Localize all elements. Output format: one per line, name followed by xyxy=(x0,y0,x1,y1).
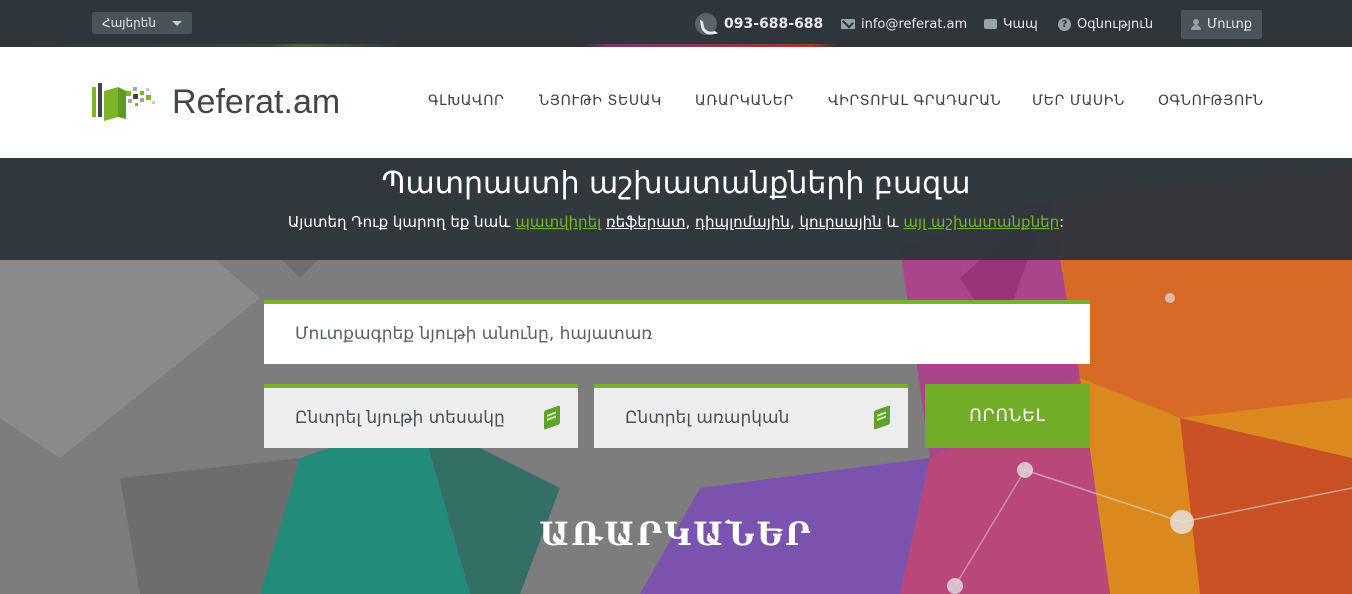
subject-select[interactable]: Ընտրել առարկան xyxy=(594,384,908,448)
subjects-heading: ԱՌԱՐԿԱՆԵՐ xyxy=(539,515,813,553)
nav-subjects[interactable]: ԱՌԱՐԿԱՆԵՐ xyxy=(695,93,794,109)
diploma-link[interactable]: դիպլոմային xyxy=(695,213,790,231)
material-type-label: Ընտրել նյութի տեսակը xyxy=(295,408,505,428)
search-button[interactable]: ՈՐՈՆԵԼ xyxy=(925,384,1090,448)
help-label: Օգնություն xyxy=(1077,16,1154,32)
site-logo[interactable]: Referat.am xyxy=(92,81,340,123)
phone-contact[interactable]: 093-688-688 xyxy=(695,13,824,35)
language-label: Հայերեն xyxy=(102,16,156,30)
main-nav: ԳԼԽԱՎՈՐ ՆՅՈՒԹԻ ՏԵՍԱԿ ԱՌԱՐԿԱՆԵՐ ՎԻՐՏՈՒԱԼ … xyxy=(428,93,1264,113)
chevron-down-icon xyxy=(172,21,182,26)
nav-help[interactable]: ՕԳՆՈՒԹՅՈՒՆ xyxy=(1158,93,1264,109)
logo-book-icon xyxy=(92,83,155,121)
logo-text: Referat.am xyxy=(172,82,341,121)
subtitle-and: և xyxy=(881,213,904,231)
nav-home[interactable]: ԳԼԽԱՎՈՐ xyxy=(428,93,504,109)
order-link[interactable]: պատվիրել xyxy=(515,213,601,231)
search-input[interactable] xyxy=(264,304,1090,364)
contact-label: Կապ xyxy=(1003,16,1038,32)
book-icon xyxy=(544,405,560,430)
search-box xyxy=(264,300,1090,364)
subject-label: Ընտրել առարկան xyxy=(625,408,790,428)
chat-icon xyxy=(984,19,997,29)
email-address: info@referat.am xyxy=(861,16,968,32)
material-type-select[interactable]: Ընտրել նյութի տեսակը xyxy=(264,384,578,448)
hero-subtitle: Այստեղ Դուք կարող եք նաև պատվիրել ռեֆերա… xyxy=(287,213,1065,231)
subtitle-suffix: : xyxy=(1059,213,1065,231)
phone-number: 093-688-688 xyxy=(724,16,824,32)
language-select[interactable]: Հայերեն xyxy=(92,12,192,34)
other-works-link[interactable]: այլ աշխատանքներ xyxy=(903,213,1059,231)
hero-title: Պատրաստի աշխատանքների բազա xyxy=(381,166,971,201)
referat-link[interactable]: ռեֆերատ xyxy=(606,213,686,231)
phone-icon xyxy=(695,13,717,35)
question-icon: ? xyxy=(1058,17,1071,31)
subtitle-prefix: Այստեղ Դուք կարող եք նաև xyxy=(287,213,516,231)
login-button[interactable]: Մուտք xyxy=(1181,10,1262,39)
hero-section: Պատրաստի աշխատանքների բազա Այստեղ Դուք կ… xyxy=(0,158,1352,594)
book-icon xyxy=(874,405,890,430)
nav-about[interactable]: ՄԵՐ ՄԱՍԻՆ xyxy=(1032,93,1125,109)
help-link[interactable]: ? Օգնություն xyxy=(1058,14,1153,34)
nav-material-type[interactable]: ՆՅՈՒԹԻ ՏԵՍԱԿ xyxy=(539,93,662,109)
mail-icon xyxy=(841,19,855,29)
nav-virtual-library[interactable]: ՎԻՐՏՈՒԱԼ ԳՐԱԴԱՐԱՆ xyxy=(828,93,1001,109)
login-label: Մուտք xyxy=(1206,17,1253,32)
hero-banner: Պատրաստի աշխատանքների բազա Այստեղ Դուք կ… xyxy=(0,158,1352,260)
top-bar: Հայերեն 093-688-688 info@referat.am Կապ … xyxy=(0,0,1352,47)
site-header: Referat.am ԳԼԽԱՎՈՐ ՆՅՈՒԹԻ ՏԵՍԱԿ ԱՌԱՐԿԱՆԵ… xyxy=(0,47,1352,158)
coursework-link[interactable]: կուրսային xyxy=(799,213,881,231)
user-icon xyxy=(1190,19,1201,30)
contact-link[interactable]: Կապ xyxy=(984,14,1038,34)
email-link[interactable]: info@referat.am xyxy=(841,14,967,34)
